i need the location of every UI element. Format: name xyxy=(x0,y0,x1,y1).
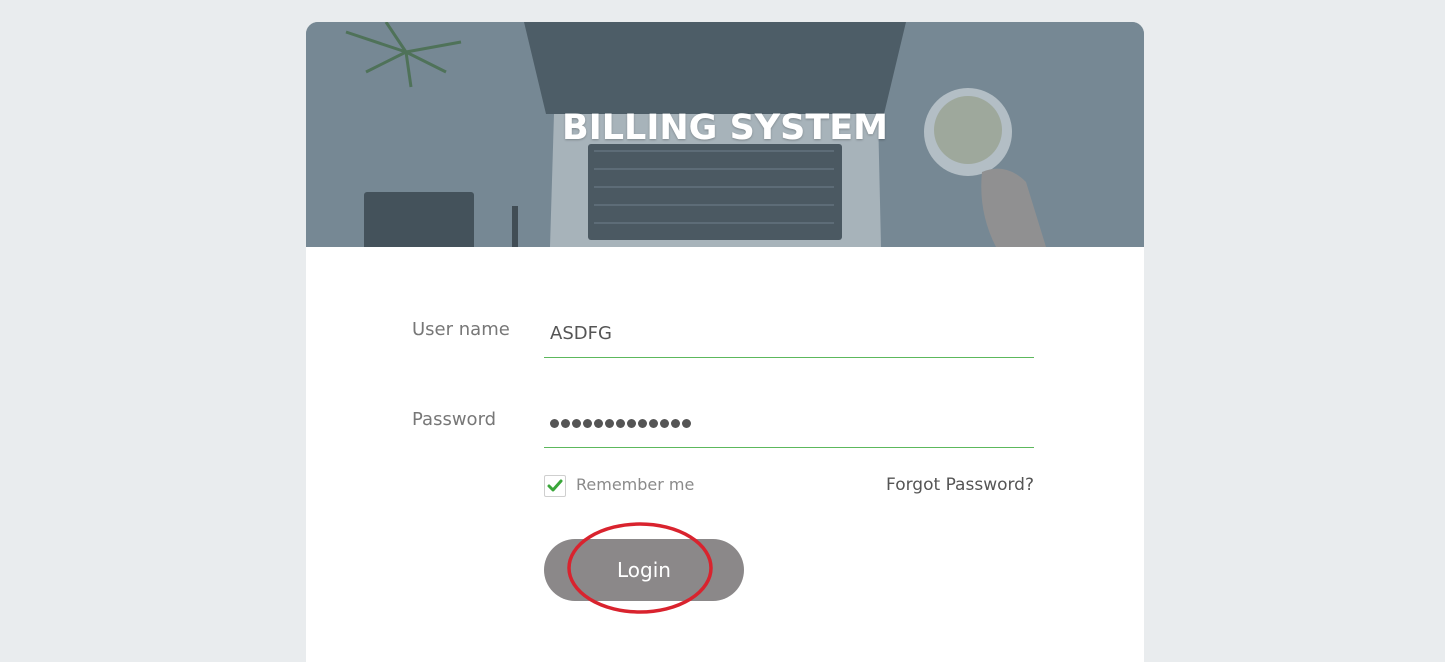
checkmark-icon xyxy=(547,479,563,492)
password-dot xyxy=(627,419,636,428)
forgot-password-link[interactable]: Forgot Password? xyxy=(886,475,1034,495)
remember-me-label: Remember me xyxy=(576,475,695,494)
app-title: BILLING SYSTEM xyxy=(562,108,888,148)
login-card: BILLING SYSTEM User name ASDFG Password … xyxy=(306,22,1144,662)
password-field[interactable] xyxy=(544,405,1034,448)
password-mask xyxy=(550,419,691,428)
username-value: ASDFG xyxy=(550,323,612,344)
remember-checkbox[interactable] xyxy=(544,475,566,497)
username-label: User name xyxy=(412,319,510,340)
password-dot xyxy=(616,419,625,428)
password-dot xyxy=(682,419,691,428)
password-dot xyxy=(638,419,647,428)
password-dot xyxy=(583,419,592,428)
header-banner: BILLING SYSTEM xyxy=(306,22,1144,247)
password-dot xyxy=(660,419,669,428)
username-field[interactable]: ASDFG xyxy=(544,315,1034,358)
password-dot xyxy=(671,419,680,428)
password-dot xyxy=(649,419,658,428)
password-dot xyxy=(572,419,581,428)
password-dot xyxy=(594,419,603,428)
password-dot xyxy=(605,419,614,428)
password-label: Password xyxy=(412,409,497,430)
password-dot xyxy=(561,419,570,428)
login-button[interactable]: Login xyxy=(544,539,744,601)
password-dot xyxy=(550,419,559,428)
